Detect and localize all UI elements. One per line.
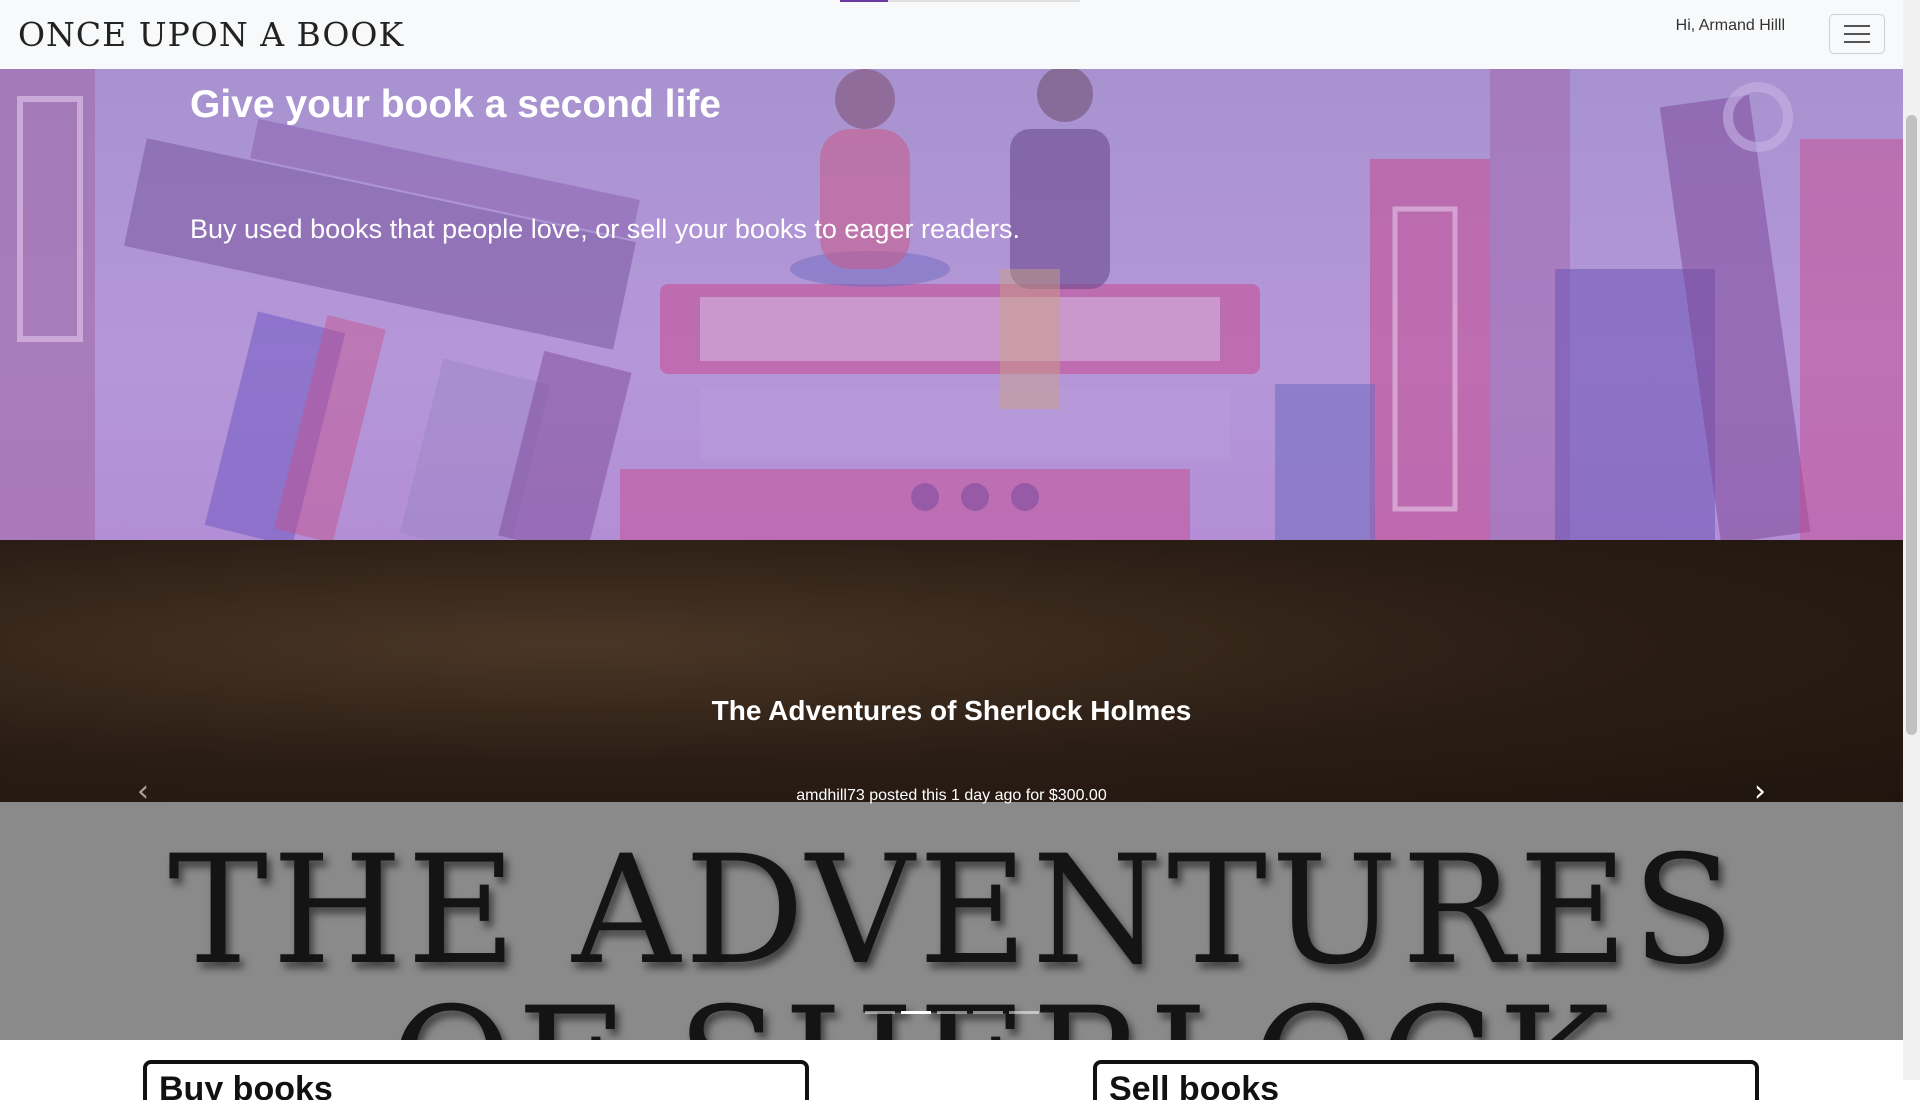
navbar-toggle-button[interactable] xyxy=(1829,14,1885,54)
hero-illustration xyxy=(0,69,1903,540)
book-cover-title-line-1: THE ADVENTURES xyxy=(168,824,1739,998)
hamburger-icon-bar xyxy=(1844,33,1870,35)
carousel-caption-meta: amdhill73 posted this 1 day ago for $300… xyxy=(796,787,1107,804)
carousel-indicator[interactable] xyxy=(864,1011,895,1014)
hero-banner: Give your book a second life Buy used bo… xyxy=(0,69,1903,540)
chevron-right-icon[interactable]: › xyxy=(1740,772,1780,812)
buy-books-card[interactable]: Buy books xyxy=(143,1060,809,1100)
featured-books-carousel[interactable]: THE ADVENTURES OF SHERLOCK The Adventure… xyxy=(0,540,1903,1040)
hamburger-icon-bar xyxy=(1844,41,1870,43)
hero-subtitle: Buy used books that people love, or sell… xyxy=(190,214,1020,244)
carousel-indicators xyxy=(0,1011,1903,1014)
page-scrollbar[interactable] xyxy=(1903,0,1920,1080)
carousel-indicator[interactable] xyxy=(936,1011,967,1014)
hamburger-icon-bar xyxy=(1844,25,1870,27)
book-cover-image-top xyxy=(0,540,1903,802)
hero-title: Give your book a second life xyxy=(190,83,721,126)
carousel-indicator[interactable] xyxy=(1008,1011,1039,1014)
nav-progress-active xyxy=(840,0,888,2)
user-greeting[interactable]: Hi, Armand Hilll xyxy=(1676,17,1785,35)
carousel-indicator-active[interactable] xyxy=(900,1011,931,1014)
nav-progress-indicator xyxy=(840,0,1080,2)
scrollbar-thumb[interactable] xyxy=(1906,115,1917,735)
navbar: ONCE UPON A BOOK Hi, Armand Hilll xyxy=(0,0,1903,69)
carousel-indicator[interactable] xyxy=(972,1011,1003,1014)
brand-logo[interactable]: ONCE UPON A BOOK xyxy=(18,18,404,51)
chevron-left-icon[interactable]: ‹ xyxy=(123,772,163,812)
carousel-caption-title[interactable]: The Adventures of Sherlock Holmes xyxy=(0,695,1903,727)
book-cover-title-line-2: OF SHERLOCK xyxy=(390,988,1614,1040)
sell-books-card[interactable]: Sell books xyxy=(1093,1060,1759,1100)
